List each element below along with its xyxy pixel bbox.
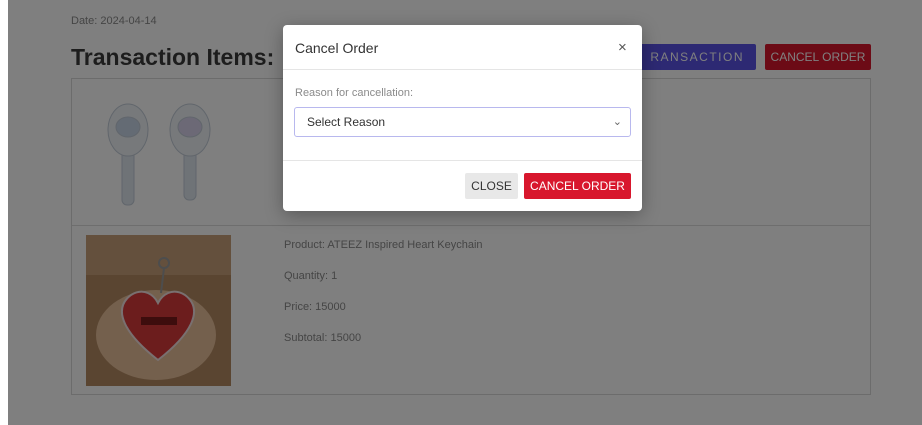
modal-divider <box>283 160 642 161</box>
modal-title: Cancel Order <box>295 40 379 56</box>
cancellation-reason-label: Reason for cancellation: <box>295 87 414 99</box>
page: Date: 2024-04-14 Transaction Items: RANS… <box>0 0 922 425</box>
chevron-down-icon: ⌄ <box>612 116 622 128</box>
close-icon[interactable]: × <box>618 39 627 56</box>
cancel-order-modal: Cancel Order × Reason for cancellation: … <box>283 25 642 211</box>
confirm-cancel-order-button[interactable]: CANCEL ORDER <box>524 173 631 199</box>
modal-divider <box>283 69 642 70</box>
cancellation-reason-select[interactable]: Select Reason ⌄ <box>294 107 631 137</box>
select-value: Select Reason <box>307 115 386 129</box>
close-button[interactable]: CLOSE <box>465 173 518 199</box>
